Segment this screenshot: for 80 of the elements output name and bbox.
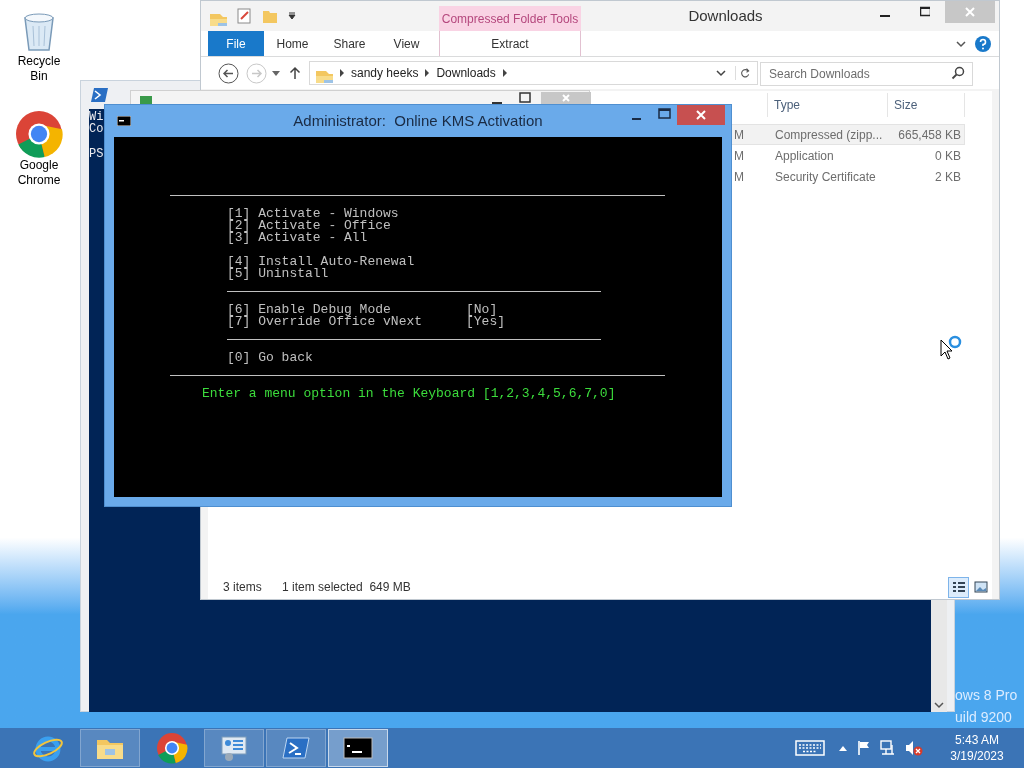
table-cell-text: M <box>733 126 745 144</box>
console-text: [3] Activate - All <box>227 232 369 244</box>
desktop-icon-label[interactable]: Recycle Bin <box>9 54 69 84</box>
close-icon <box>696 110 706 120</box>
desktop-icon-label[interactable]: Google Chrome <box>9 158 69 188</box>
column-header[interactable]: Type <box>768 93 888 117</box>
ribbon-tab[interactable]: Extract <box>439 31 581 56</box>
maximize-icon[interactable] <box>658 108 672 120</box>
table-cell-text: 2 KB <box>934 168 962 186</box>
close-icon <box>562 94 570 102</box>
search-icon[interactable] <box>951 66 965 80</box>
details-view-icon <box>951 581 966 593</box>
flag-icon[interactable] <box>857 740 871 756</box>
console-text: [6] Enable Debug Mode <box>227 304 391 316</box>
chevron-right-icon <box>339 69 345 77</box>
window-title: Administrator: Online KMS Activation <box>293 110 543 131</box>
console-text: [1] Activate - Windows <box>227 208 400 220</box>
network-icon[interactable] <box>880 740 896 756</box>
breadcrumb-item[interactable]: sandy heeks <box>351 64 419 82</box>
browser-icon[interactable] <box>15 110 63 158</box>
console-text: [4] Install Auto-Renewal <box>227 256 416 268</box>
ribbon-tab[interactable]: Home <box>264 31 321 56</box>
address-bar[interactable]: sandy heeks Downloads <box>309 61 758 85</box>
chevron-down-icon[interactable] <box>715 67 727 79</box>
chevron-right-icon <box>424 69 431 77</box>
busy-cursor-icon <box>938 334 964 360</box>
table-cell-text: Compressed (zipp... <box>774 126 884 144</box>
maximize-icon[interactable] <box>519 92 531 104</box>
clock-date: 3/19/2023 <box>950 748 1004 764</box>
console-prompt: Enter a menu option in the Keyboard [1,2,3,4,5,6,7,0] <box>202 388 617 400</box>
table-cell-text: Security Certificate <box>774 168 877 186</box>
caret-icon[interactable] <box>287 11 297 21</box>
chevron-right-icon <box>501 69 508 77</box>
contextual-tab-header: Compressed Folder Tools <box>439 6 581 31</box>
console-text: [No] <box>466 304 498 316</box>
table-cell-text: M <box>733 147 745 165</box>
clock[interactable]: 5:43 AM 3/19/2023 <box>942 732 1012 764</box>
ribbon-tab[interactable]: File <box>208 31 264 56</box>
search-field[interactable]: Search Downloads <box>760 62 973 86</box>
column-header[interactable]: Size <box>888 93 965 117</box>
status-text: 3 items <box>223 579 263 596</box>
chevron-up-icon[interactable] <box>838 744 848 752</box>
document-icon[interactable] <box>235 7 253 25</box>
close-icon <box>965 7 975 17</box>
console-text: [Yes] <box>466 316 505 328</box>
status-text: 1 item selected 649 MB <box>282 579 411 596</box>
ribbon-tab[interactable]: View <box>378 31 435 56</box>
view-button[interactable] <box>948 576 969 598</box>
edition-text: uild 9200 <box>955 708 1013 727</box>
console-text: Co <box>89 123 104 135</box>
keyboard-icon[interactable] <box>795 740 825 756</box>
file-row[interactable]: M Application 0 KB <box>728 145 965 166</box>
edition-text: ows 8 Pro <box>955 686 1018 705</box>
chevron-down-icon[interactable] <box>934 701 944 709</box>
muted-speaker-icon[interactable] <box>905 740 923 756</box>
file-row[interactable]: M Security Certificate 2 KB <box>728 166 965 187</box>
terminal-icon <box>89 85 109 105</box>
console-text: [7] Override Office vNext <box>227 316 424 328</box>
console-icon <box>117 116 131 126</box>
console-text: PS <box>89 148 104 160</box>
caret-icon[interactable] <box>271 68 281 78</box>
clock-time: 5:43 AM <box>955 732 999 748</box>
image-view-icon <box>973 581 988 593</box>
table-cell-text: 0 KB <box>934 147 962 165</box>
ribbon-tab[interactable]: Share <box>321 31 378 56</box>
window-title: Downloads <box>687 5 764 26</box>
console-text: [2] Activate - Office <box>227 220 392 232</box>
table-cell-text: Application <box>774 147 835 165</box>
console-text: Wi <box>89 111 104 123</box>
help-icon[interactable] <box>975 35 991 52</box>
up-arrow-icon[interactable] <box>289 66 301 80</box>
breadcrumb-item[interactable]: Downloads <box>436 64 496 82</box>
close-button[interactable] <box>677 105 725 125</box>
taskbar-button[interactable] <box>328 729 388 767</box>
console-text: [5] Uninstall <box>227 268 330 280</box>
console-text: [0] Go back <box>227 352 314 364</box>
table-cell-text: 665,458 KB <box>897 126 962 144</box>
table-cell-text: M <box>733 168 745 186</box>
browser-icon[interactable] <box>156 732 188 764</box>
back-icon[interactable] <box>218 62 239 84</box>
